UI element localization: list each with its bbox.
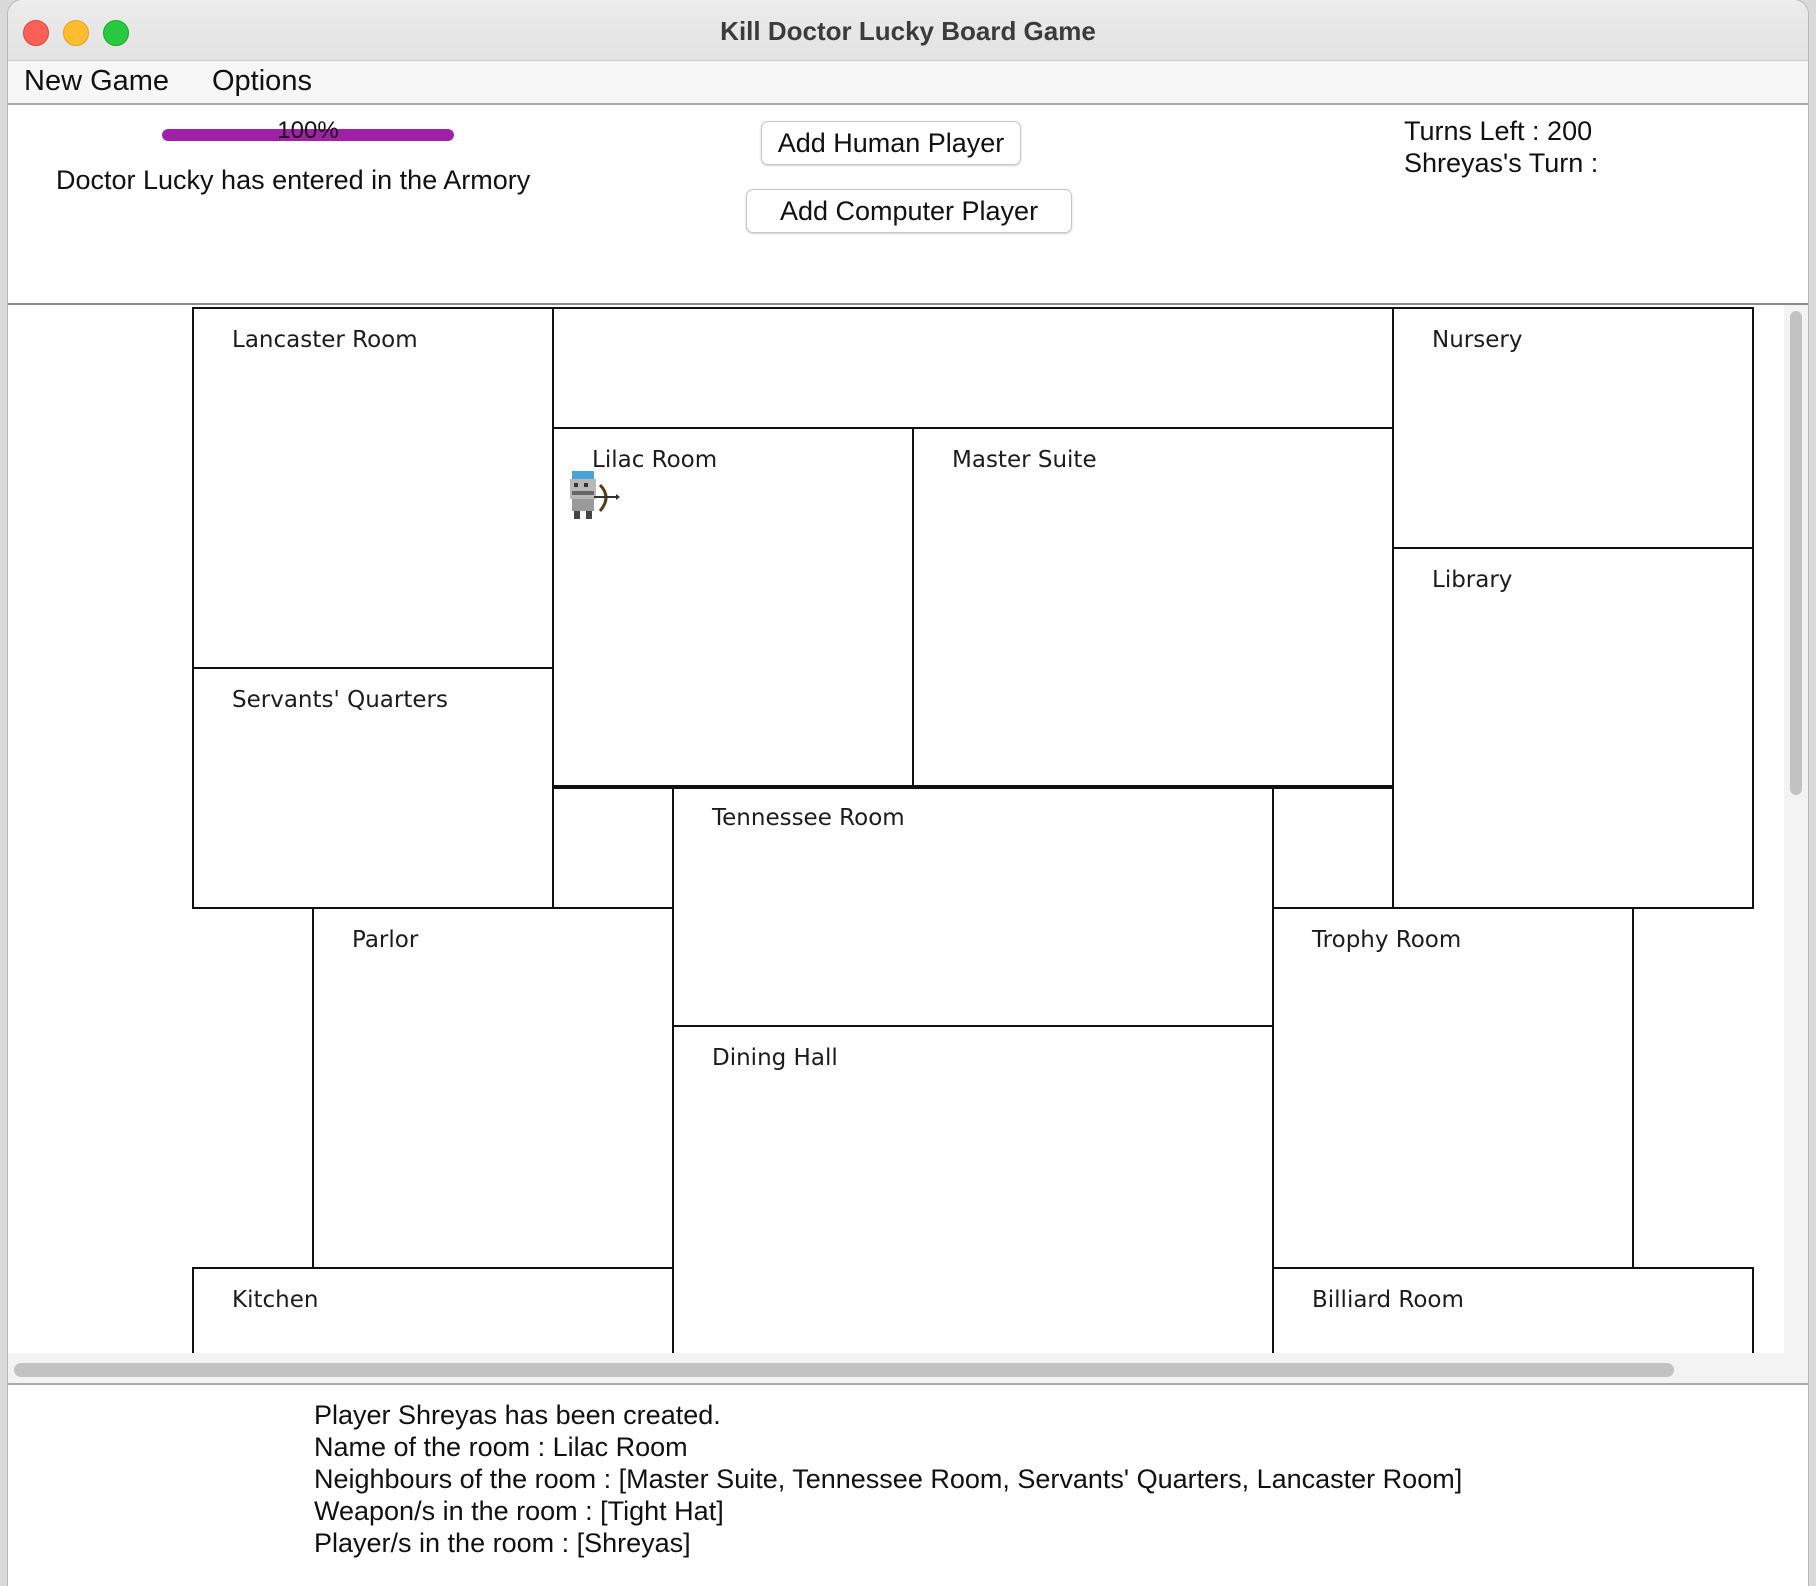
room-label: Nursery	[1432, 327, 1523, 353]
log-line: Neighbours of the room : [Master Suite, …	[314, 1464, 1463, 1494]
add-human-player-button[interactable]: Add Human Player	[761, 121, 1021, 165]
room-master-suite[interactable]: Master Suite	[912, 427, 1394, 789]
corridor-right	[1272, 785, 1394, 909]
log-line: Weapon/s in the room : [Tight Hat]	[314, 1496, 724, 1526]
progress-label: 100%	[277, 117, 339, 144]
horizontal-scroll-thumb[interactable]	[14, 1363, 1674, 1377]
vertical-scrollbar[interactable]	[1784, 305, 1808, 1353]
room-servants-quarters[interactable]: Servants' Quarters	[192, 667, 554, 909]
room-library[interactable]: Library	[1392, 547, 1754, 909]
current-player-turn: Shreyas's Turn :	[1404, 148, 1599, 178]
room-label: Lancaster Room	[232, 327, 418, 353]
room-dining-hall[interactable]: Dining Hall	[672, 1025, 1274, 1383]
vertical-scroll-thumb[interactable]	[1790, 311, 1802, 795]
window-title: Kill Doctor Lucky Board Game	[720, 16, 1096, 46]
room-trophy-room[interactable]: Trophy Room	[1272, 907, 1634, 1269]
room-label: Tennessee Room	[712, 805, 905, 831]
main-content: 100% Doctor Lucky has entered in the Arm…	[8, 105, 1808, 1586]
room-label: Trophy Room	[1312, 927, 1462, 953]
corridor-left	[552, 785, 674, 909]
app-window: Kill Doctor Lucky Board Game New Game Op…	[8, 0, 1808, 1586]
room-label: Dining Hall	[712, 1045, 838, 1071]
room-label: Master Suite	[952, 447, 1097, 473]
status-panel: 100% Doctor Lucky has entered in the Arm…	[8, 105, 1808, 303]
game-log-panel: Player Shreyas has been created. Name of…	[8, 1383, 1808, 1586]
room-lilac-room[interactable]: Lilac Room	[552, 427, 914, 789]
turn-info: Turns Left : 200 Shreyas's Turn :	[1404, 115, 1598, 179]
room-label: Billiard Room	[1312, 1287, 1464, 1313]
archer-player-icon[interactable]	[560, 463, 620, 523]
menu-options[interactable]: Options	[206, 65, 318, 98]
log-line: Name of the room : Lilac Room	[314, 1432, 688, 1462]
room-lancaster-room[interactable]: Lancaster Room	[192, 307, 554, 669]
room-tennessee-room[interactable]: Tennessee Room	[672, 785, 1274, 1027]
room-nursery[interactable]: Nursery	[1392, 307, 1754, 549]
room-label: Servants' Quarters	[232, 687, 448, 713]
menu-bar: New Game Options	[8, 61, 1808, 105]
room-label: Library	[1432, 567, 1513, 593]
game-board[interactable]: Lancaster Room Nursery Lilac Room Master…	[8, 303, 1808, 1383]
title-bar: Kill Doctor Lucky Board Game	[8, 0, 1808, 61]
log-line: Player/s in the room : [Shreyas]	[314, 1528, 691, 1558]
corridor-top	[552, 307, 1394, 429]
room-label: Parlor	[352, 927, 419, 953]
menu-new-game[interactable]: New Game	[18, 65, 175, 98]
doctor-status-message: Doctor Lucky has entered in the Armory	[56, 165, 531, 195]
room-parlor[interactable]: Parlor	[312, 907, 674, 1269]
turns-left: Turns Left : 200	[1404, 116, 1593, 146]
room-label: Kitchen	[232, 1287, 319, 1313]
add-computer-player-button[interactable]: Add Computer Player	[746, 189, 1072, 233]
horizontal-scrollbar[interactable]	[8, 1353, 1808, 1383]
log-line: Player Shreyas has been created.	[314, 1400, 721, 1430]
